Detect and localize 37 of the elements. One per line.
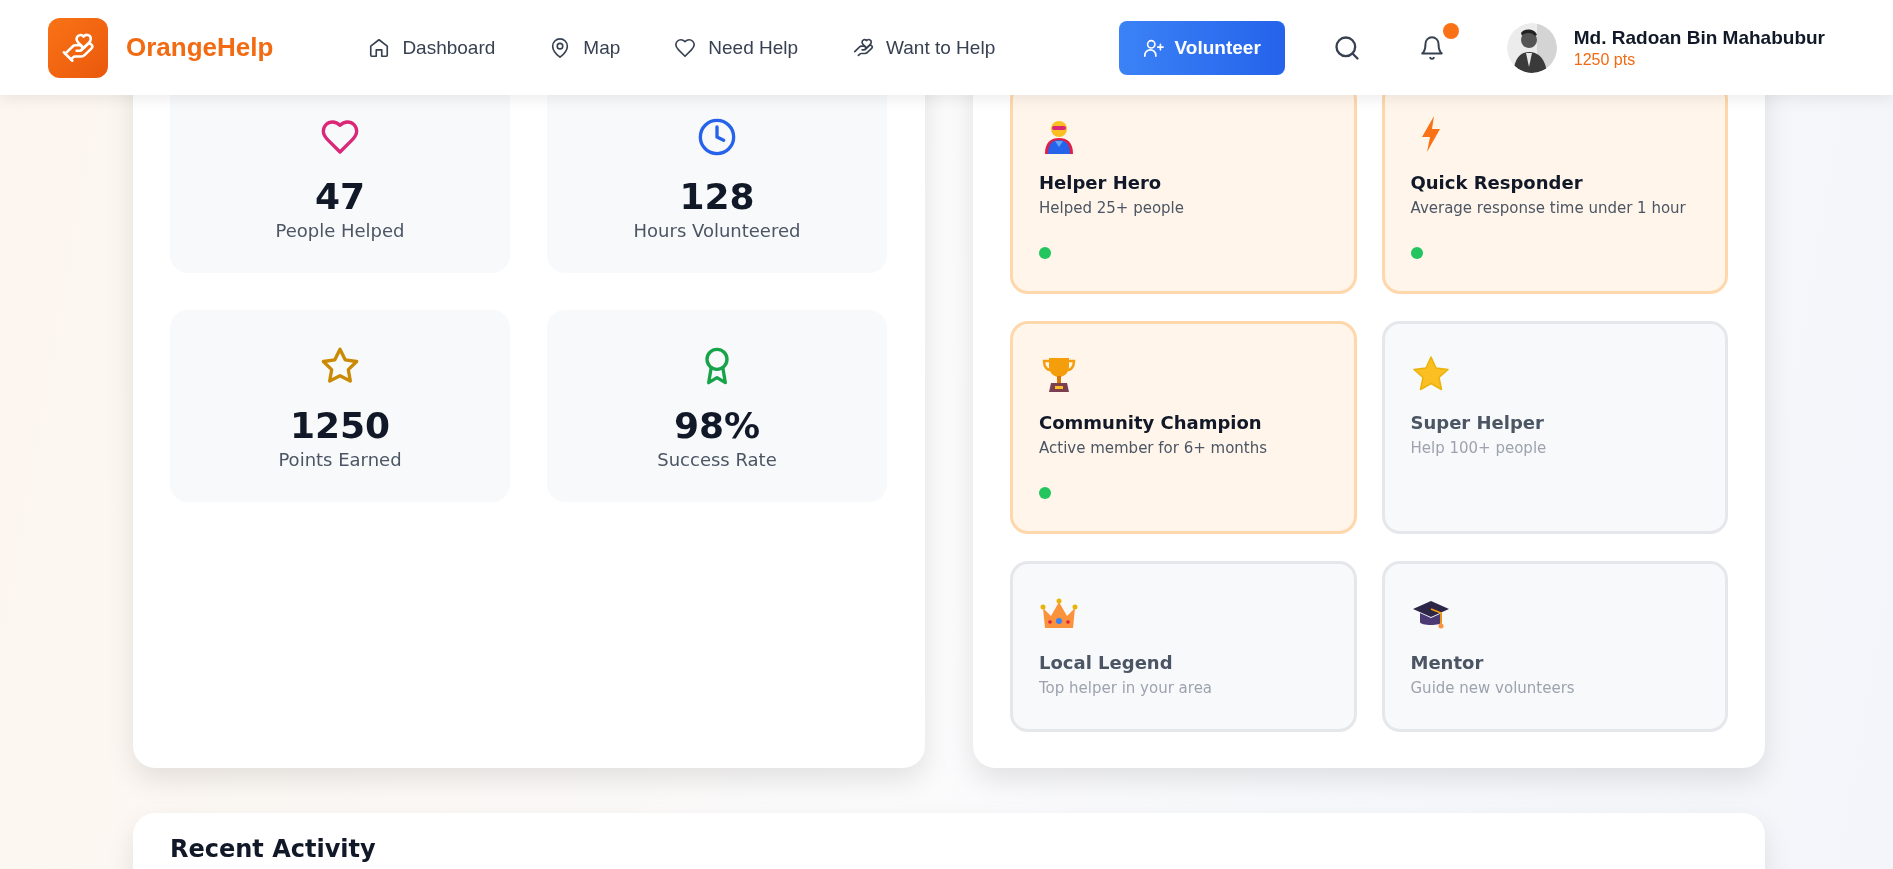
achievement-description: Active member for 6+ months (1039, 439, 1268, 457)
achievement-description: Average response time under 1 hour (1410, 199, 1686, 217)
achievement-title: Local Legend (1039, 652, 1173, 673)
achievement-description: Guide new volunteers (1410, 679, 1575, 697)
nav-link[interactable]: Need Help (674, 36, 799, 59)
user-points: 1250 pts (1573, 50, 1637, 69)
stat-value: 98% (673, 404, 761, 448)
stat-value: 1250 (289, 404, 391, 448)
stat-value: 47 (314, 175, 366, 219)
heart-icon (674, 36, 697, 59)
status-dot (1410, 247, 1423, 259)
status-dot (1039, 247, 1051, 259)
volunteer-button[interactable]: Volunteer (1118, 20, 1285, 75)
stat-label: Success Rate (657, 449, 777, 471)
achievement-title: Super Helper (1410, 412, 1544, 433)
logo-icon[interactable] (48, 17, 108, 78)
achievement-title: Quick Responder (1410, 172, 1583, 193)
stat-label: Hours Volunteered (633, 220, 801, 242)
achievement-description: Helped 25+ people (1039, 199, 1184, 217)
status-dot (1039, 487, 1051, 499)
stat-label: Points Earned (278, 449, 402, 471)
nav-link[interactable]: Dashboard (368, 36, 496, 59)
bell-icon[interactable] (1418, 34, 1445, 61)
stat-label: People Helped (275, 220, 405, 242)
hand-heart-icon (852, 36, 875, 59)
achievement-title: Community Champion (1039, 412, 1262, 433)
stat-value: 128 (679, 175, 755, 219)
nav-link[interactable]: Want to Help (852, 36, 996, 59)
achievement-description: Top helper in your area (1039, 679, 1213, 697)
section-title: Recent Activity (170, 835, 377, 863)
achievement-title: Helper Hero (1039, 172, 1162, 193)
search-icon[interactable] (1332, 33, 1361, 62)
house-icon (368, 36, 391, 59)
nav-link[interactable]: Map (549, 36, 621, 59)
user-name: Md. Radoan Bin Mahabubur (1573, 26, 1825, 49)
achievement-description: Help 100+ people (1410, 439, 1547, 457)
achievement-title: Mentor (1410, 652, 1484, 673)
